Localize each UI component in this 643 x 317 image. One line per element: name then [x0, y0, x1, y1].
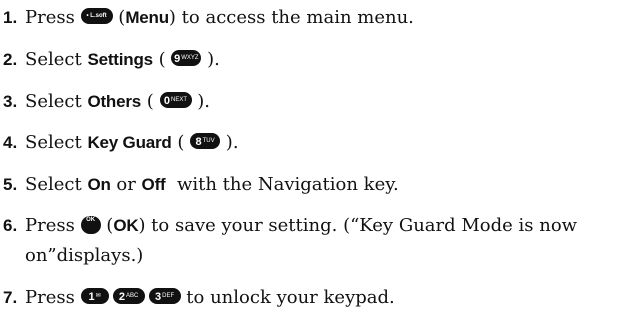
- key-digit: 8: [195, 136, 202, 148]
- off-label: Off: [141, 175, 166, 194]
- step-text: ) to access the main menu.: [168, 7, 414, 28]
- step-text: ).: [201, 49, 220, 70]
- key-digit: 2: [118, 291, 125, 303]
- voicemail-icon: ✉: [95, 293, 101, 299]
- step-text: ) to save your setting. (“Key Guard Mode…: [138, 215, 578, 236]
- others-label: Others: [87, 92, 142, 111]
- step-number: 7.: [3, 288, 18, 307]
- step-text: or: [110, 174, 142, 195]
- key-letters: TUV: [202, 138, 215, 144]
- step-number: 4.: [3, 133, 18, 152]
- key-8-icon: 8TUV: [190, 133, 221, 149]
- key-letters: DEF: [162, 293, 175, 299]
- step-text: (: [141, 91, 160, 112]
- ok-key-icon: OK: [80, 216, 101, 234]
- step-text: Press: [25, 215, 81, 236]
- step-number: 1.: [3, 8, 18, 27]
- key-9-icon: 9WXYZ: [171, 50, 202, 66]
- step-text: Press: [25, 7, 81, 28]
- step-text: (: [171, 132, 191, 153]
- step-text: (: [100, 215, 114, 236]
- key-digit: 1: [88, 291, 95, 303]
- menu-label: Menu: [125, 8, 169, 27]
- key-letters: ABC: [125, 293, 139, 299]
- step-text: Select: [25, 132, 88, 153]
- step-text: Select: [25, 49, 88, 70]
- key-1-icon: 1✉: [80, 288, 109, 304]
- key-3-icon: 3DEF: [148, 288, 181, 304]
- key-digit: 3: [155, 291, 162, 303]
- step-text: Select: [25, 174, 88, 195]
- key-digit: 9: [174, 53, 181, 65]
- step-text: ).: [191, 91, 210, 112]
- step-text: Select: [25, 91, 88, 112]
- key-letters: WXYZ: [181, 55, 199, 61]
- step-text: Press: [25, 287, 81, 308]
- step-text: on”displays.): [25, 245, 144, 266]
- settings-label: Settings: [87, 50, 153, 69]
- step-text: ).: [220, 132, 239, 153]
- ok-label: OK: [113, 216, 139, 235]
- step-text: with the Navigation key.: [165, 174, 399, 195]
- step-number: 6.: [3, 216, 18, 235]
- key-2-icon: 2ABC: [112, 288, 145, 304]
- on-label: On: [87, 175, 111, 194]
- step-text: (: [152, 49, 172, 70]
- key-0-icon: 0NEXT: [159, 92, 192, 108]
- key-letters: NEXT: [171, 97, 188, 103]
- step-number: 3.: [3, 92, 18, 111]
- step-text: (: [112, 7, 126, 28]
- key-digit: 0: [163, 95, 171, 107]
- key-guard-label: Key Guard: [87, 133, 172, 152]
- left-softkey-icon: • L.soft: [80, 8, 113, 24]
- step-text: to unlock your keypad.: [180, 287, 395, 308]
- step-number: 5.: [3, 175, 18, 194]
- step-number: 2.: [3, 50, 18, 69]
